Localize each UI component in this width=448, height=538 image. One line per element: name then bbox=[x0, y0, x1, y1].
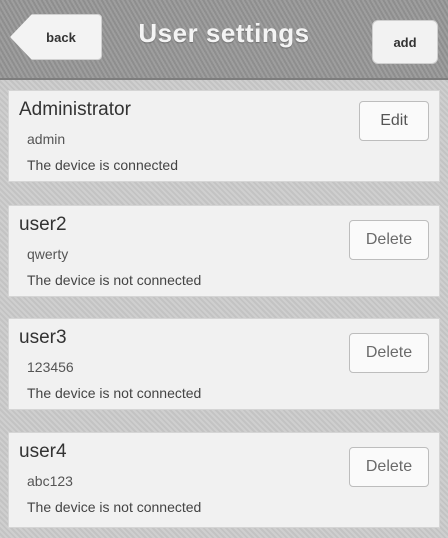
user-password: qwerty bbox=[27, 246, 69, 262]
connection-status: The device is connected bbox=[27, 157, 178, 173]
user-card-administrator: Administrator admin The device is connec… bbox=[8, 90, 440, 182]
user-card-user3: user3 123456 The device is not connected… bbox=[8, 318, 440, 410]
user-password: 123456 bbox=[27, 359, 74, 375]
page-title: User settings bbox=[138, 18, 310, 48]
user-card-user4: user4 abc123 The device is not connected… bbox=[8, 432, 440, 528]
delete-button[interactable]: Delete bbox=[349, 220, 429, 260]
header-bar: back User settings add bbox=[0, 0, 448, 80]
connection-status: The device is not connected bbox=[27, 272, 202, 288]
edit-button-label: Edit bbox=[380, 112, 408, 129]
edit-button[interactable]: Edit bbox=[359, 101, 429, 141]
back-button[interactable]: back bbox=[10, 14, 102, 60]
delete-button[interactable]: Delete bbox=[349, 333, 429, 373]
user-password: admin bbox=[27, 131, 66, 147]
connection-status: The device is not connected bbox=[27, 385, 202, 401]
add-user-button[interactable]: add bbox=[372, 20, 438, 64]
delete-button-label: Delete bbox=[365, 231, 413, 248]
connection-status: The device is not connected bbox=[27, 499, 202, 515]
delete-button-label: Delete bbox=[365, 344, 413, 361]
delete-button-label: Delete bbox=[365, 458, 413, 475]
add-button-label: add bbox=[393, 34, 417, 50]
user-settings-screen: back User settings add Administrator adm… bbox=[0, 0, 448, 538]
delete-button[interactable]: Delete bbox=[349, 447, 429, 487]
user-name: user4 bbox=[19, 441, 67, 462]
user-card-user2: user2 qwerty The device is not connected… bbox=[8, 205, 440, 297]
user-name: user2 bbox=[19, 214, 67, 235]
user-name: Administrator bbox=[19, 99, 131, 120]
user-name: user3 bbox=[19, 327, 67, 348]
back-button-label: back bbox=[46, 29, 76, 45]
user-password: abc123 bbox=[27, 473, 73, 489]
